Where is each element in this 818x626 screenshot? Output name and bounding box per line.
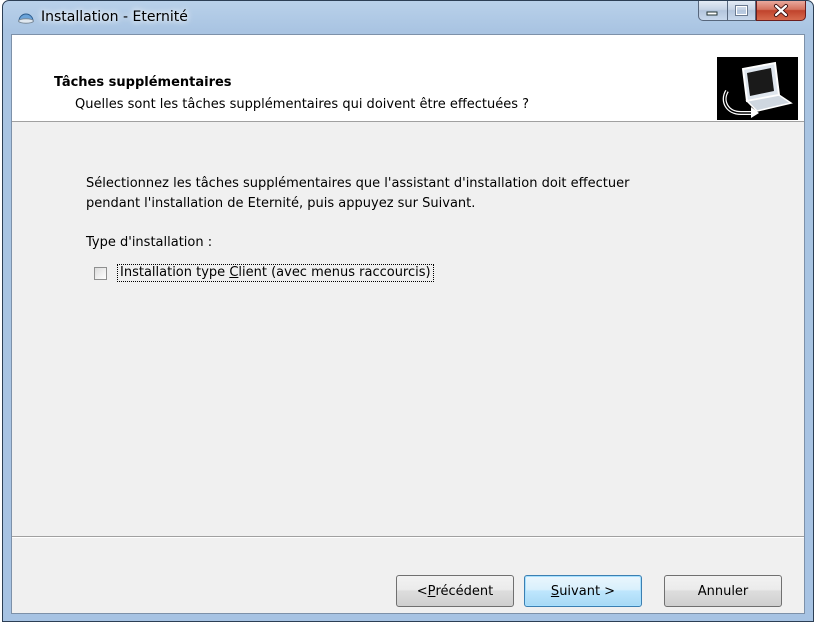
maximize-icon <box>735 5 748 16</box>
description-line-1: Sélectionnez les tâches supplémentaires … <box>86 176 630 191</box>
previous-button[interactable]: < Précédent <box>396 575 514 607</box>
task-label-part: Installation type <box>120 265 230 280</box>
page-subtitle: Quelles sont les tâches supplémentaires … <box>75 97 530 112</box>
close-icon <box>774 4 788 17</box>
client-install-label[interactable]: Installation type Client (avec menus rac… <box>117 264 434 282</box>
previous-accelerator: P <box>427 583 436 599</box>
client-install-task[interactable]: Installation type Client (avec menus rac… <box>94 264 434 282</box>
next-accelerator: S <box>550 583 560 599</box>
next-label-rest: uivant > <box>559 583 616 599</box>
client-install-checkbox[interactable] <box>94 266 107 280</box>
task-description: Sélectionnez les tâches supplémentaires … <box>86 174 766 214</box>
maximize-button[interactable] <box>727 1 756 21</box>
app-icon <box>17 9 35 27</box>
wizard-client-area: Tâches supplémentaires Quelles sont les … <box>11 34 805 614</box>
window-title: Installation - Eternité <box>41 9 188 25</box>
cancel-button[interactable]: Annuler <box>664 575 782 607</box>
footer-separator <box>12 536 804 538</box>
install-type-label: Type d'installation : <box>86 235 213 250</box>
minimize-button[interactable] <box>698 1 727 21</box>
previous-label-prefix: < <box>416 583 428 599</box>
computer-install-icon <box>717 57 798 120</box>
minimize-icon <box>706 11 718 16</box>
wizard-header: Tâches supplémentaires Quelles sont les … <box>12 35 804 122</box>
page-title: Tâches supplémentaires <box>54 75 232 90</box>
caption-buttons <box>698 1 806 23</box>
close-button[interactable] <box>756 1 806 21</box>
wizard-content: Sélectionnez les tâches supplémentaires … <box>12 122 804 536</box>
task-label-rest: lient (avec menus raccourcis) <box>238 265 431 280</box>
description-line-2: pendant l'installation de Eternité, puis… <box>86 196 476 211</box>
title-bar[interactable]: Installation - Eternité <box>3 1 813 35</box>
installer-window: Installation - Eternité Tâches supplémen… <box>2 0 814 622</box>
next-button[interactable]: Suivant > <box>524 575 642 607</box>
previous-label-rest: récédent <box>435 583 494 599</box>
